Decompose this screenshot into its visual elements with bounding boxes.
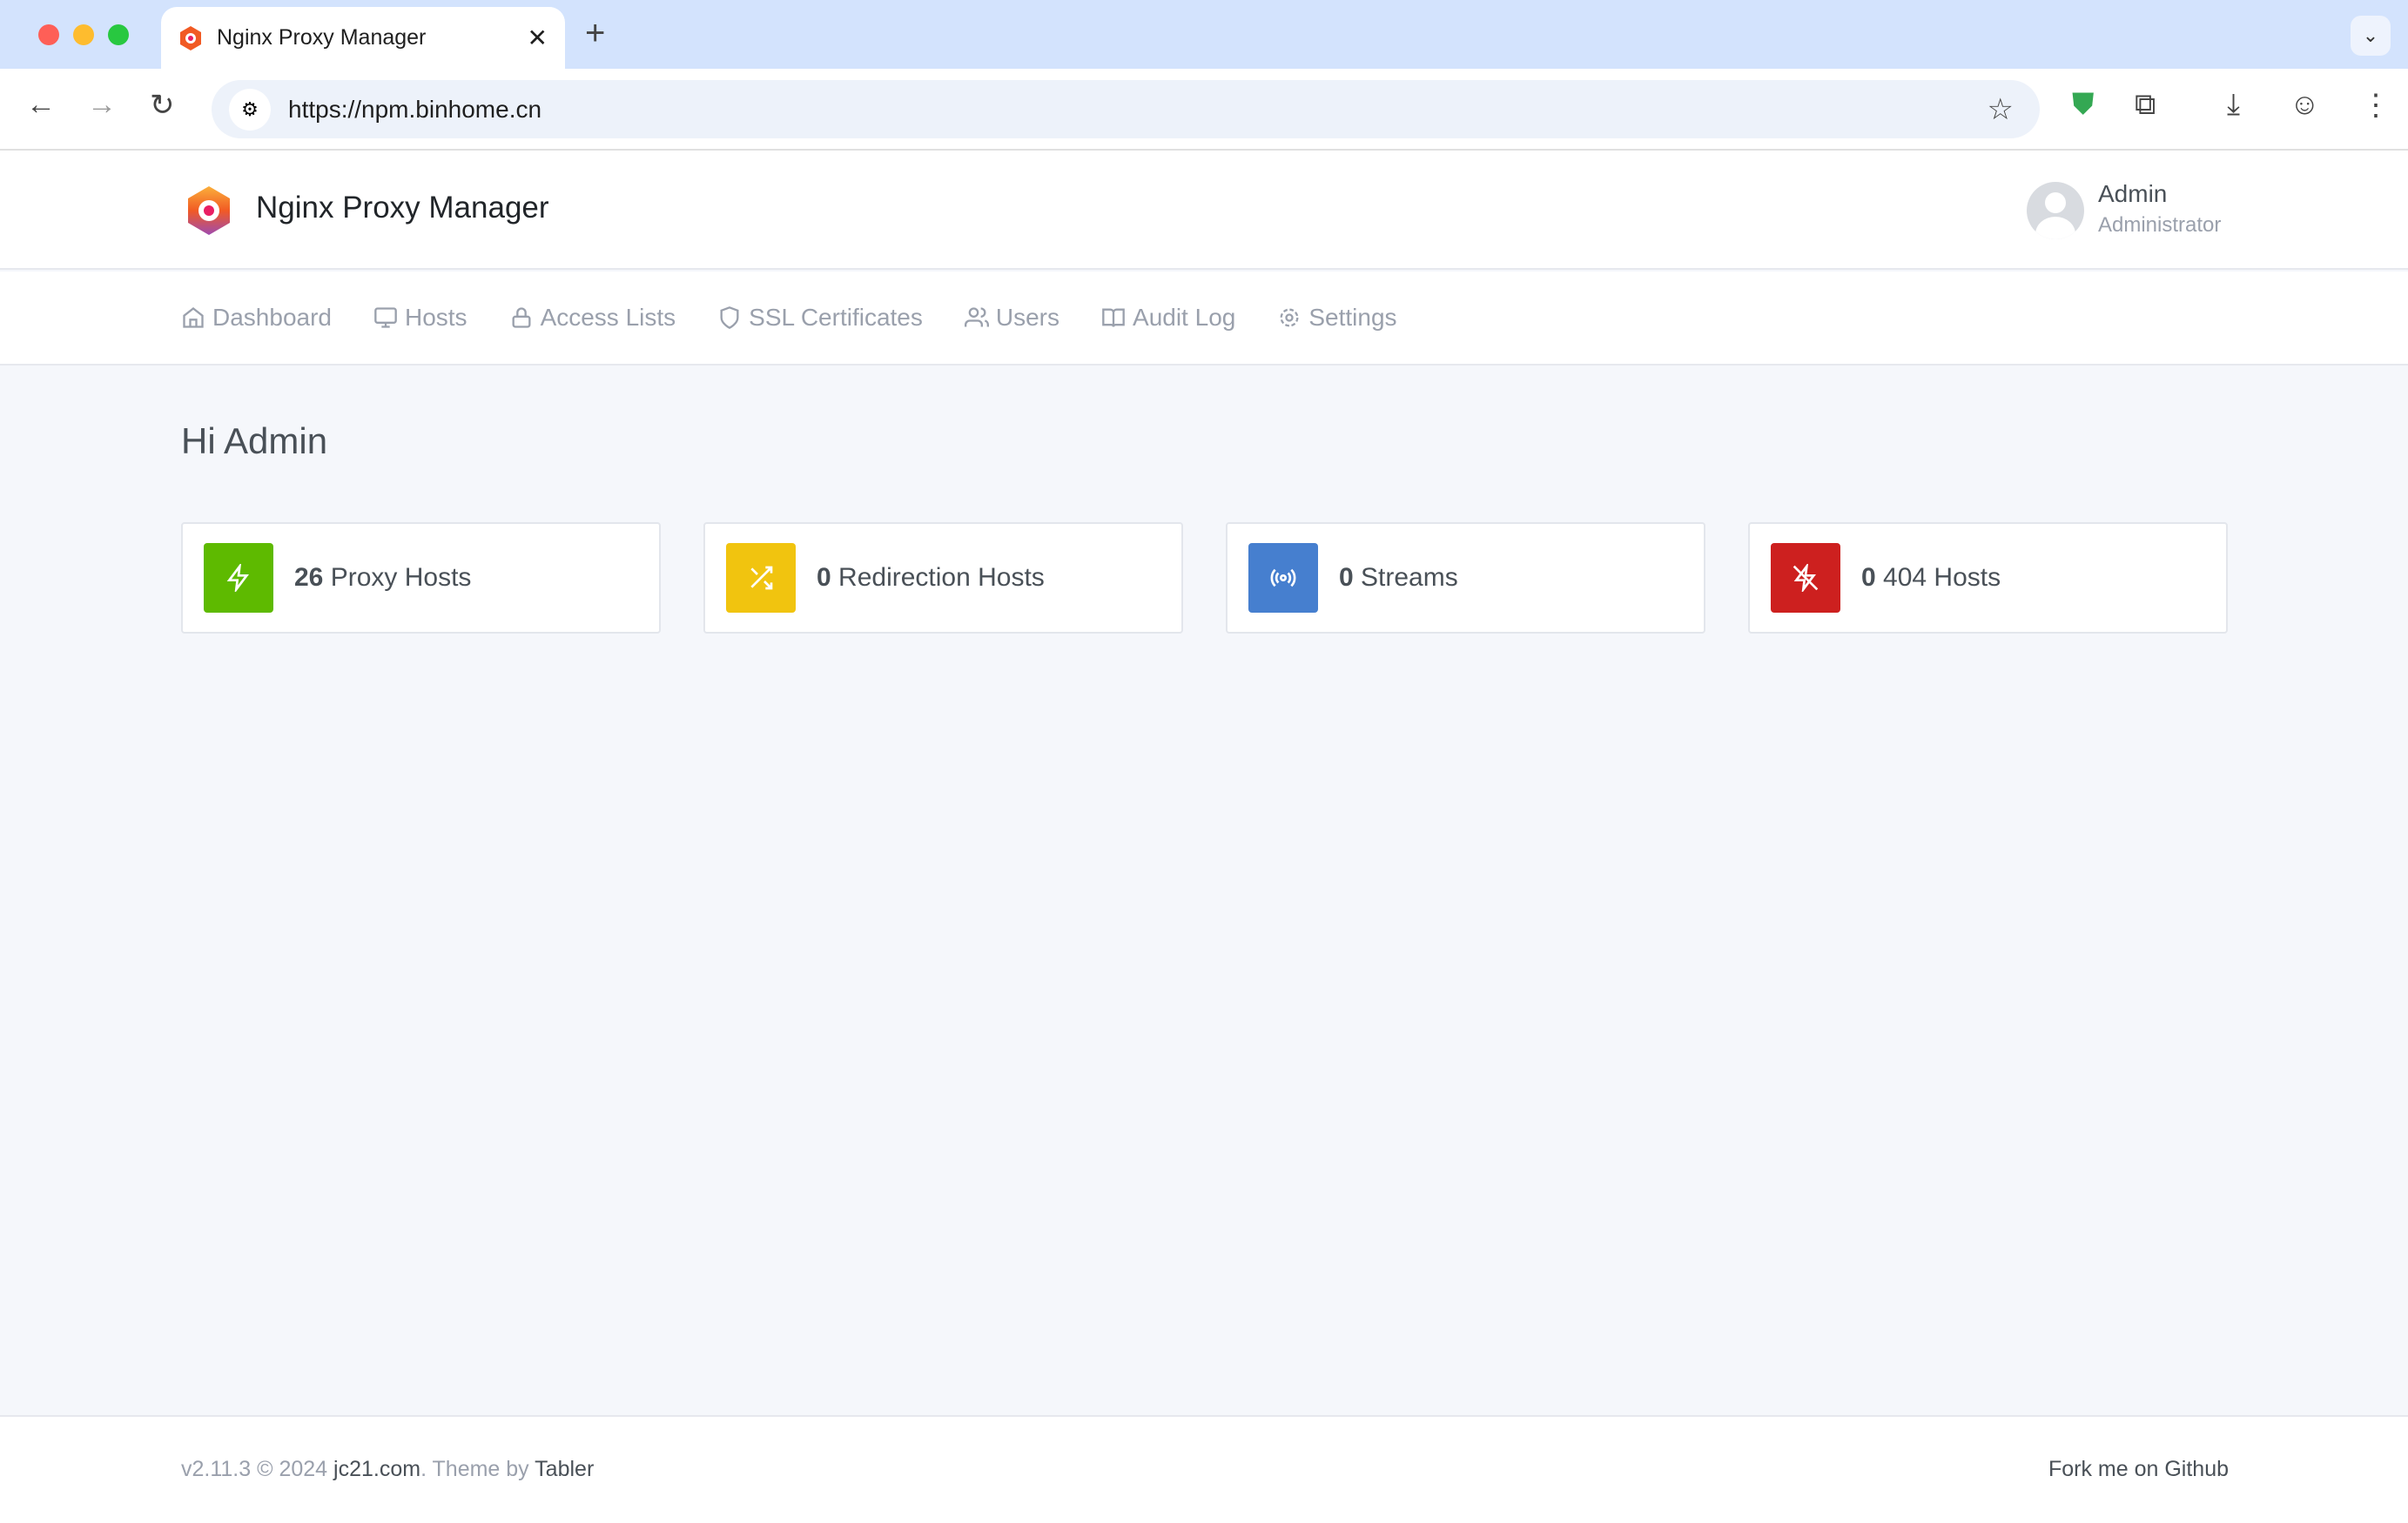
- browser-toolbar: ← → ↻ ⚙ https://npm.binhome.cn ☆ ⛊ ⧉ ⤓ ☺…: [0, 69, 2408, 151]
- card-label: Redirection Hosts: [838, 563, 1045, 592]
- card-label: Streams: [1361, 563, 1458, 592]
- avatar[interactable]: [2027, 182, 2084, 239]
- footer-copyright: v2.11.3 © 2024 jc21.com. Theme by Tabler: [181, 1457, 595, 1481]
- nav-hosts[interactable]: Hosts: [373, 304, 467, 332]
- nav-access-lists[interactable]: Access Lists: [509, 304, 676, 332]
- card-label: 404 Hosts: [1883, 563, 2001, 592]
- card-count: 0: [1339, 563, 1354, 592]
- browser-tab[interactable]: Nginx Proxy Manager ✕: [161, 7, 565, 69]
- theme-link[interactable]: Tabler: [535, 1457, 594, 1481]
- shield-extension-icon[interactable]: ⛊: [2072, 88, 2095, 122]
- redirection-hosts-card[interactable]: 0 Redirection Hosts: [703, 522, 1183, 634]
- app-header: Nginx Proxy Manager Admin Administrator: [0, 151, 2408, 270]
- tab-title: Nginx Proxy Manager: [217, 25, 427, 50]
- author-link[interactable]: jc21.com: [333, 1457, 420, 1481]
- download-icon[interactable]: ⤓: [2227, 88, 2240, 122]
- menu-icon[interactable]: ⋮: [2361, 88, 2391, 123]
- lock-icon: [512, 307, 531, 328]
- url-text[interactable]: https://npm.binhome.cn: [288, 96, 541, 124]
- new-tab-icon[interactable]: +: [585, 14, 605, 53]
- page-title: Hi Admin: [181, 420, 328, 461]
- card-count: 26: [294, 563, 324, 592]
- back-icon[interactable]: ←: [26, 88, 56, 122]
- card-count: 0: [1861, 563, 1876, 592]
- extensions-icon[interactable]: ⧉: [2135, 88, 2156, 122]
- footer: v2.11.3 © 2024 jc21.com. Theme by Tabler…: [0, 1415, 2408, 1523]
- gear-icon: [1280, 308, 1299, 327]
- nav-dashboard[interactable]: Dashboard: [181, 304, 332, 332]
- user-name[interactable]: Admin: [2098, 180, 2167, 208]
- nav-ssl-certificates[interactable]: SSL Certificates: [717, 304, 923, 332]
- star-icon[interactable]: ☆: [1988, 92, 2014, 127]
- profile-icon[interactable]: ☺: [2290, 88, 2320, 122]
- tab-search-icon[interactable]: ⌄: [2351, 16, 2391, 56]
- close-window-button[interactable]: [38, 24, 59, 45]
- maximize-window-button[interactable]: [108, 24, 129, 45]
- browser-tab-bar: Nginx Proxy Manager ✕ + ⌄: [0, 0, 2408, 69]
- nav-users[interactable]: Users: [964, 304, 1059, 332]
- forward-icon[interactable]: →: [87, 88, 117, 122]
- users-icon: [964, 307, 989, 327]
- zap-icon: [204, 543, 273, 613]
- nav-settings[interactable]: Settings: [1277, 304, 1397, 332]
- minimize-window-button[interactable]: [73, 24, 94, 45]
- shuffle-icon: [726, 543, 796, 613]
- reload-icon[interactable]: ↻: [150, 88, 175, 123]
- streams-card[interactable]: 0 Streams: [1226, 522, 1705, 634]
- nav-audit-log[interactable]: Audit Log: [1101, 304, 1235, 332]
- npm-logo-icon: [180, 25, 201, 50]
- address-bar[interactable]: ⚙ https://npm.binhome.cn ☆: [212, 80, 2040, 138]
- shield-icon: [720, 306, 739, 329]
- site-info-icon[interactable]: ⚙: [229, 88, 271, 131]
- home-icon: [183, 307, 204, 328]
- monitor-icon: [374, 307, 397, 328]
- close-tab-icon[interactable]: ✕: [528, 23, 548, 52]
- card-label: Proxy Hosts: [330, 563, 472, 592]
- zap-off-icon: [1771, 543, 1840, 613]
- book-icon: [1102, 308, 1125, 327]
- app-page: Nginx Proxy Manager Admin Administrator …: [0, 151, 2408, 1523]
- radio-icon: [1248, 543, 1318, 613]
- main-nav: Dashboard Hosts Access Lists SSL Certifi…: [0, 272, 2408, 366]
- user-role: Administrator: [2098, 213, 2222, 237]
- 404-hosts-card[interactable]: 0 404 Hosts: [1748, 522, 2228, 634]
- github-link[interactable]: Fork me on Github: [2048, 1457, 2229, 1482]
- app-logo-icon: [188, 186, 230, 235]
- card-count: 0: [817, 563, 831, 592]
- app-title[interactable]: Nginx Proxy Manager: [256, 191, 549, 225]
- proxy-hosts-card[interactable]: 26 Proxy Hosts: [181, 522, 661, 634]
